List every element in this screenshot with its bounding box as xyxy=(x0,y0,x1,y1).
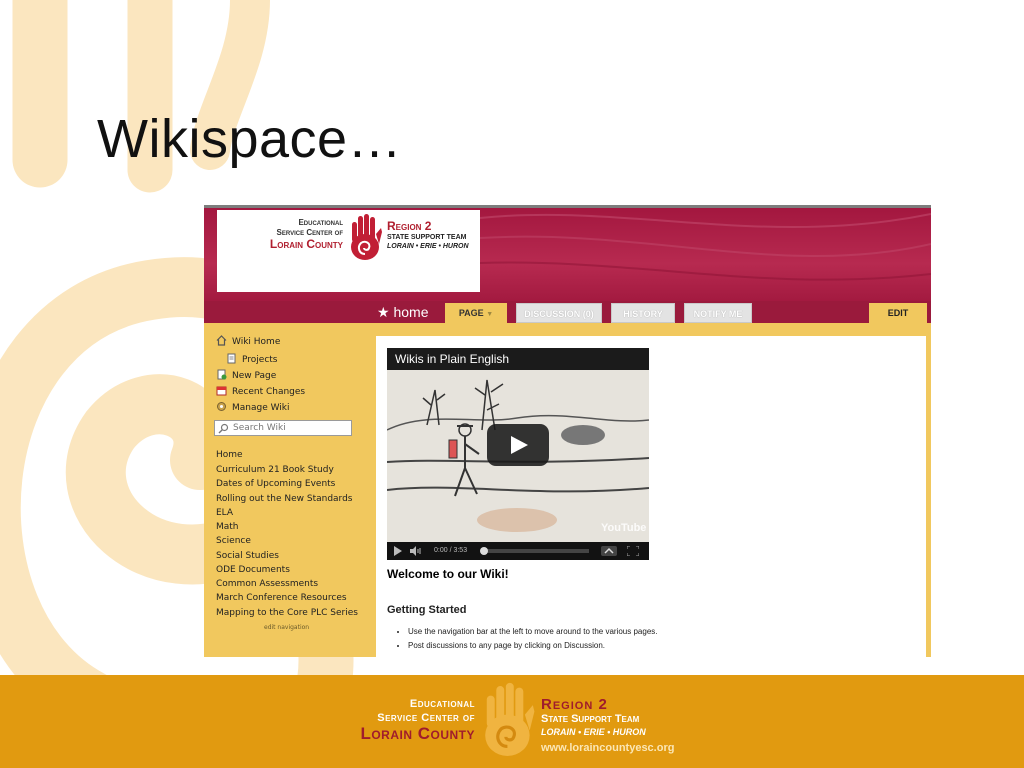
list-item: Use the navigation bar at the left to mo… xyxy=(408,625,658,639)
logo-esc-text: Educational Service Center of Lorain Cou… xyxy=(227,218,343,251)
footer-region-line3: Lorain • Erie • Huron xyxy=(541,727,646,737)
video-title: Wikis in Plain English xyxy=(387,348,649,370)
logo-region-line3: Lorain • Erie • Huron xyxy=(387,243,469,250)
volume-icon[interactable] xyxy=(409,546,423,556)
slide-footer: Educational Service Center of Lorain Cou… xyxy=(0,675,1024,768)
youtube-watermark: YouTube xyxy=(601,522,647,534)
house-icon xyxy=(216,335,227,346)
sidebar-link[interactable]: Dates of Upcoming Events xyxy=(216,477,335,491)
sidebar-link[interactable]: Curriculum 21 Book Study xyxy=(216,463,334,477)
logo-region-line2: State Support Team xyxy=(387,234,467,241)
sidebar-link[interactable]: Rolling out the New Standards xyxy=(216,492,353,506)
sidebar-link[interactable]: ODE Documents xyxy=(216,563,290,577)
star-icon: ★ xyxy=(377,304,390,320)
fullscreen-icon[interactable] xyxy=(627,546,639,556)
search-input[interactable]: Search Wiki xyxy=(214,420,352,436)
slide-title: Wikispace… xyxy=(97,109,403,169)
footer-region-line2: State Support Team xyxy=(541,713,640,725)
footer-hand-spiral-logo-icon xyxy=(485,682,535,756)
sidebar-item-manage-wiki[interactable]: Manage Wiki xyxy=(216,401,290,415)
tab-notify-me[interactable]: NOTIFY ME xyxy=(684,303,752,323)
footer-esc-line1: Educational xyxy=(409,698,475,710)
play-button[interactable] xyxy=(487,424,549,466)
chevron-down-icon: ▼ xyxy=(486,311,494,318)
tab-history[interactable]: HISTORY xyxy=(611,303,675,323)
sidebar-link[interactable]: Math xyxy=(216,520,239,534)
quality-icon[interactable] xyxy=(601,546,617,556)
footer-website[interactable]: www.loraincountyesc.org xyxy=(541,742,674,755)
wiki-logo[interactable]: Educational Service Center of Lorain Cou… xyxy=(217,210,480,292)
document-icon xyxy=(227,353,236,364)
logo-esc-line1: Educational xyxy=(298,218,343,227)
wiki-screenshot: Educational Service Center of Lorain Cou… xyxy=(204,205,931,657)
wiki-sidebar: Wiki Home Projects New Page Recent Chang… xyxy=(204,323,374,657)
list-item: Post discussions to any page by clicking… xyxy=(408,639,658,653)
video-time: 0:00 / 3:53 xyxy=(434,547,468,554)
footer-region-text: Region 2 State Support Team Lorain • Eri… xyxy=(541,697,674,755)
footer-esc-line3: Lorain County xyxy=(360,724,475,743)
sidebar-link[interactable]: ELA xyxy=(216,506,233,520)
video-scrubber[interactable] xyxy=(480,547,488,555)
video-player[interactable]: Wikis in Plain English YouTube 0:00 / 3:… xyxy=(387,348,649,560)
search-icon xyxy=(218,423,229,434)
sidebar-tool-label: Projects xyxy=(242,355,278,365)
sidebar-link[interactable]: Science xyxy=(216,534,251,548)
sidebar-tool-label: Manage Wiki xyxy=(232,403,290,413)
wiki-tab-bar: ★ home PAGE ▼ DISCUSSION (0) HISTORY NOT… xyxy=(204,301,931,323)
search-placeholder: Search Wiki xyxy=(233,423,286,433)
sidebar-tool-label: Wiki Home xyxy=(232,337,281,347)
sidebar-link[interactable]: Mapping to the Core PLC Series xyxy=(216,606,358,620)
tab-page-label: PAGE xyxy=(458,308,484,318)
sidebar-link[interactable]: March Conference Resources xyxy=(216,591,347,605)
welcome-heading: Welcome to our Wiki! xyxy=(387,567,509,581)
footer-esc-line2: Service Center of xyxy=(377,712,475,724)
tab-page[interactable]: PAGE ▼ xyxy=(445,303,507,323)
edit-navigation-link[interactable]: edit navigation xyxy=(264,624,309,631)
wiki-header: Educational Service Center of Lorain Cou… xyxy=(204,208,931,301)
sidebar-tool-label: Recent Changes xyxy=(232,387,306,397)
sidebar-tool-label: New Page xyxy=(232,371,277,381)
footer-esc-text: Educational Service Center of Lorain Cou… xyxy=(302,697,475,743)
tab-discussion[interactable]: DISCUSSION (0) xyxy=(516,303,602,323)
edit-button[interactable]: EDIT xyxy=(869,303,927,323)
sidebar-item-new-page[interactable]: New Page xyxy=(216,369,276,383)
hand-spiral-logo-icon xyxy=(351,214,382,260)
gear-icon xyxy=(217,402,226,411)
sidebar-link[interactable]: Home xyxy=(216,448,243,462)
sidebar-item-projects[interactable]: Projects xyxy=(226,353,277,367)
calendar-icon xyxy=(216,386,227,396)
sidebar-link[interactable]: Common Assessments xyxy=(216,577,318,591)
video-progress-track[interactable] xyxy=(483,549,589,553)
sidebar-link[interactable]: Social Studies xyxy=(216,549,279,563)
logo-region-line1: Region 2 xyxy=(387,219,432,233)
home-link[interactable]: ★ home xyxy=(377,301,428,323)
play-icon xyxy=(511,436,528,454)
footer-region-line1: Region 2 xyxy=(541,696,608,713)
logo-region-text: Region 2 State Support Team Lorain • Eri… xyxy=(387,220,469,251)
wiki-content: Wikis in Plain English YouTube 0:00 / 3:… xyxy=(376,336,926,657)
getting-started-heading: Getting Started xyxy=(387,604,467,616)
home-label: home xyxy=(393,304,429,320)
new-page-icon xyxy=(217,369,227,380)
sidebar-item-recent-changes[interactable]: Recent Changes xyxy=(216,385,305,399)
getting-started-list: Use the navigation bar at the left to mo… xyxy=(394,625,658,653)
play-small-icon[interactable] xyxy=(393,546,403,556)
sidebar-item-wiki-home[interactable]: Wiki Home xyxy=(216,335,280,349)
logo-esc-line3: Lorain County xyxy=(269,237,343,251)
video-controls: 0:00 / 3:53 xyxy=(387,542,649,560)
